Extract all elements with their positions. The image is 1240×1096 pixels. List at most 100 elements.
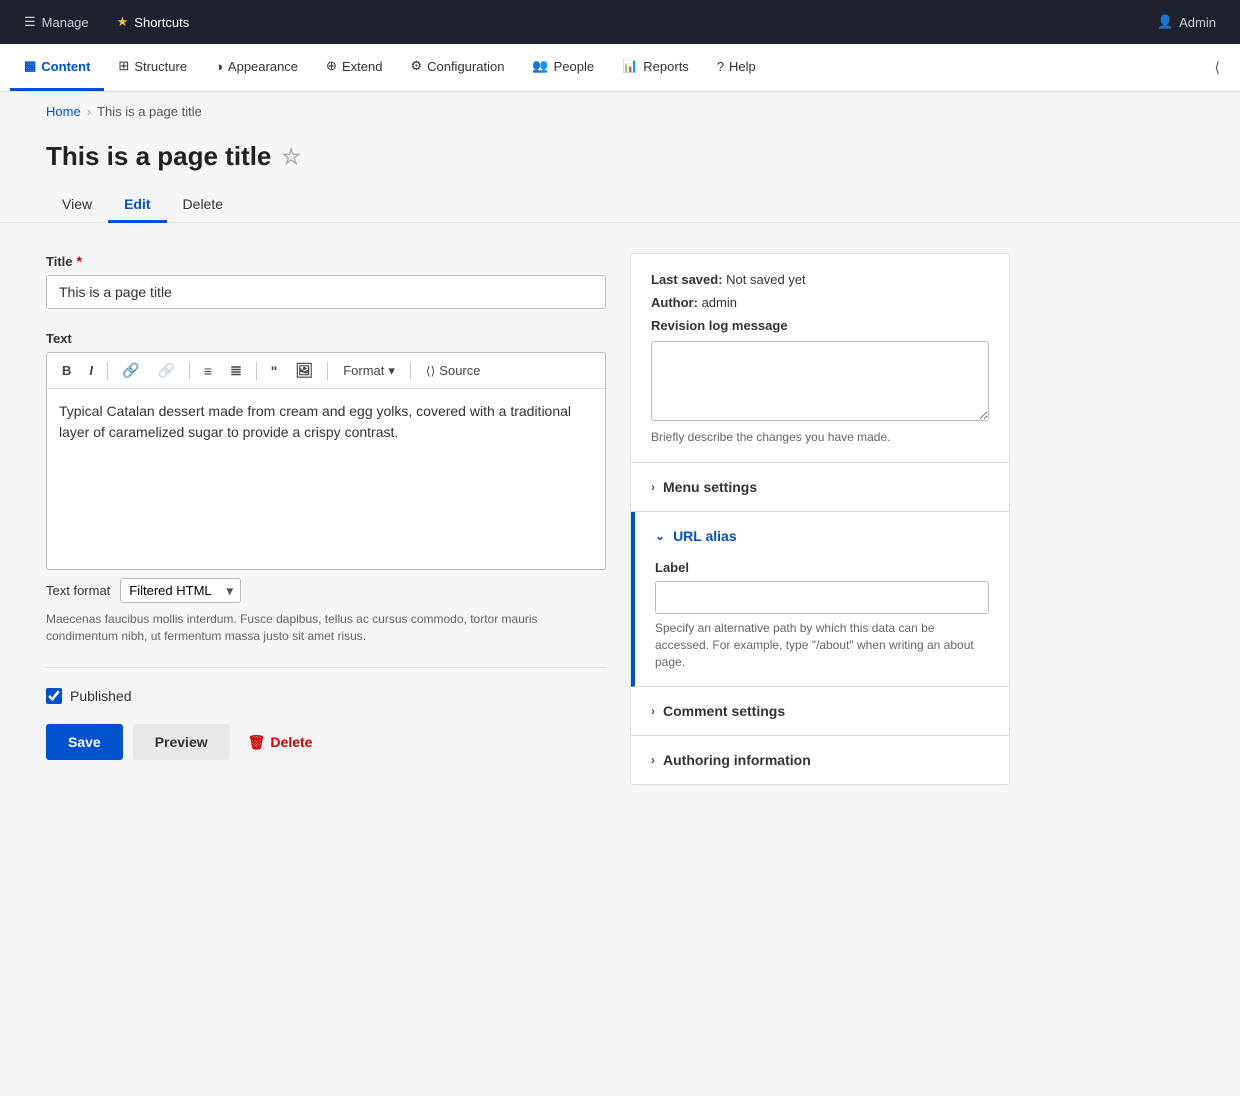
toolbar-sep-3 [256, 362, 257, 380]
bold-button[interactable]: B [55, 360, 78, 381]
left-column: Title * Text B I 🔗 🔗 [46, 253, 606, 761]
menu-settings-chevron-icon: › [651, 480, 655, 494]
breadcrumb-separator: › [87, 104, 91, 119]
nav-collapse-button[interactable]: ⟨ [1205, 59, 1230, 76]
comment-settings-label: Comment settings [663, 703, 785, 719]
required-indicator: * [77, 253, 82, 269]
title-input[interactable] [46, 275, 606, 309]
menu-settings-label: Menu settings [663, 479, 757, 495]
top-bar: ☰ Manage ★ Shortcuts 👤 Admin [0, 0, 1240, 44]
authoring-info-accordion[interactable]: › Authoring information [631, 736, 1009, 784]
format-dropdown-button[interactable]: Format ▾ [335, 360, 403, 382]
meta-section: Last saved: Not saved yet Author: admin … [631, 254, 1009, 463]
editor-toolbar: B I 🔗 🔗 ≡ ≣ " 🖼 Format [47, 353, 605, 389]
menu-settings-accordion[interactable]: › Menu settings [631, 463, 1009, 512]
italic-button[interactable]: I [82, 360, 100, 381]
image-button[interactable]: 🖼 [288, 359, 320, 382]
revision-textarea[interactable] [651, 341, 989, 421]
nav-help[interactable]: ? Help [703, 44, 770, 91]
toolbar-sep-2 [189, 362, 190, 380]
nav-structure[interactable]: ⊞ Structure [104, 44, 201, 91]
manage-label: Manage [42, 15, 89, 30]
page-tabs: View Edit Delete [0, 172, 1240, 223]
delete-icon: 🗑 [248, 734, 266, 751]
comment-settings-chevron-icon: › [651, 704, 655, 718]
tab-delete[interactable]: Delete [167, 188, 239, 223]
format-chevron-icon: ▾ [388, 363, 395, 379]
nav-appearance[interactable]: ◑ Appearance [201, 44, 312, 91]
favorite-icon[interactable]: ☆ [281, 144, 301, 170]
menu-settings-header: › Menu settings [651, 479, 989, 495]
blockquote-button[interactable]: " [264, 360, 285, 382]
tab-edit[interactable]: Edit [108, 188, 166, 223]
breadcrumb-current: This is a page title [97, 104, 202, 119]
text-format-select-wrapper: Filtered HTML [120, 578, 241, 603]
label-field-label: Label [655, 560, 989, 575]
url-alias-label: URL alias [673, 528, 737, 544]
url-alias-header[interactable]: ⌄ URL alias [655, 528, 989, 544]
appearance-icon: ◑ [215, 59, 223, 74]
title-field-group: Title * [46, 253, 606, 309]
link-button[interactable]: 🔗 [115, 359, 146, 382]
bullet-list-button[interactable]: ≡ [197, 360, 219, 382]
delete-button[interactable]: 🗑 Delete [240, 724, 321, 761]
revision-group: Revision log message Briefly describe th… [651, 318, 989, 444]
last-saved-label: Last saved: [651, 272, 723, 287]
text-format-row: Text format Filtered HTML [46, 578, 606, 603]
nav-configuration[interactable]: ⚙ Configuration [396, 44, 518, 91]
nav-bar: ▦ Content ⊞ Structure ◑ Appearance ⊕ Ext… [0, 44, 1240, 92]
authoring-info-header: › Authoring information [651, 752, 989, 768]
right-sidebar: Last saved: Not saved yet Author: admin … [630, 253, 1010, 785]
author-value: admin [702, 295, 737, 310]
breadcrumb: Home › This is a page title [0, 92, 1240, 131]
main-layout: Title * Text B I 🔗 🔗 [0, 223, 1240, 815]
url-alias-section: ⌄ URL alias Label Specify an alternative… [631, 512, 1009, 687]
action-buttons: Save Preview 🗑 Delete [46, 724, 606, 761]
text-label: Text [46, 331, 72, 346]
page-content: Home › This is a page title This is a pa… [0, 92, 1240, 855]
save-button[interactable]: Save [46, 724, 123, 760]
people-icon: 👥 [532, 58, 548, 74]
published-checkbox[interactable] [46, 688, 62, 704]
author-label: Author: [651, 295, 698, 310]
toolbar-sep-5 [410, 362, 411, 380]
editor-body[interactable]: Typical Catalan dessert made from cream … [47, 389, 605, 569]
form-divider [46, 667, 606, 668]
published-label[interactable]: Published [70, 688, 132, 704]
admin-label: Admin [1179, 15, 1216, 30]
url-alias-input[interactable] [655, 581, 989, 614]
nav-extend[interactable]: ⊕ Extend [312, 44, 396, 91]
toolbar-sep-4 [327, 362, 328, 380]
revision-label: Revision log message [651, 318, 989, 333]
last-saved-row: Last saved: Not saved yet [651, 272, 989, 287]
nav-people[interactable]: 👥 People [518, 44, 608, 91]
preview-button[interactable]: Preview [133, 724, 230, 760]
numbered-list-button[interactable]: ≣ [223, 359, 249, 382]
manage-button[interactable]: ☰ Manage [10, 14, 103, 30]
unlink-button[interactable]: 🔗 [150, 359, 181, 382]
text-format-select[interactable]: Filtered HTML [120, 578, 241, 603]
author-row: Author: admin [651, 295, 989, 310]
shortcuts-button[interactable]: ★ Shortcuts [103, 14, 204, 30]
authoring-info-label: Authoring information [663, 752, 811, 768]
last-saved-value: Not saved yet [726, 272, 806, 287]
hamburger-icon: ☰ [24, 14, 36, 30]
config-icon: ⚙ [410, 58, 422, 74]
published-row: Published [46, 688, 606, 704]
source-icon: ⟨⟩ [426, 364, 435, 378]
nav-content[interactable]: ▦ Content [10, 44, 104, 91]
breadcrumb-home[interactable]: Home [46, 104, 81, 119]
title-label: Title [46, 254, 73, 269]
url-alias-helper: Specify an alternative path by which thi… [655, 620, 989, 670]
comment-settings-accordion[interactable]: › Comment settings [631, 687, 1009, 736]
shortcuts-label: Shortcuts [134, 15, 189, 30]
admin-button[interactable]: 👤 Admin [1143, 14, 1230, 30]
source-button[interactable]: ⟨⟩ Source [418, 360, 489, 381]
help-icon: ? [717, 59, 724, 74]
revision-helper: Briefly describe the changes you have ma… [651, 430, 989, 444]
nav-reports[interactable]: 📊 Reports [608, 44, 703, 91]
tab-view[interactable]: View [46, 188, 108, 223]
toolbar-sep-1 [107, 362, 108, 380]
format-label: Format [343, 363, 384, 378]
text-format-label: Text format [46, 583, 110, 598]
